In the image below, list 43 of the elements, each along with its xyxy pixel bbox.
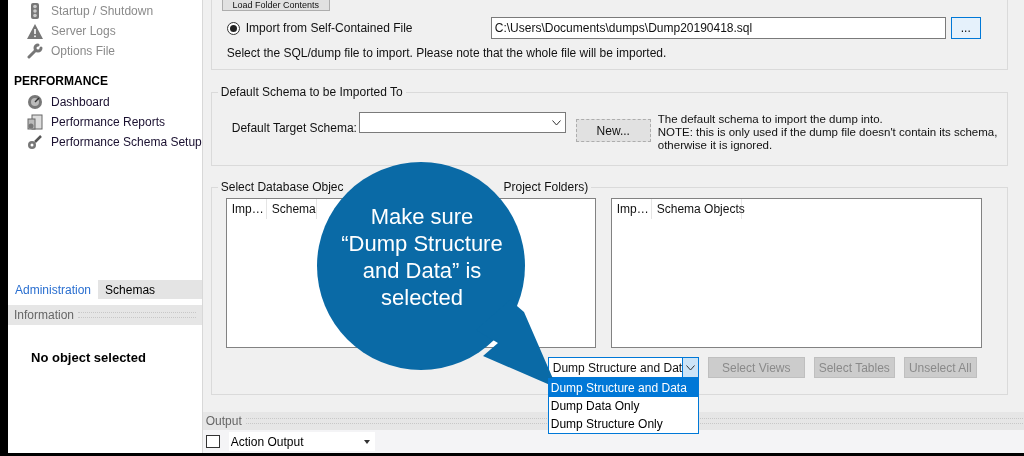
column-header[interactable]: Imp… [226,199,267,219]
info-message: No object selected [31,349,147,367]
section-heading: PERFORMANCE [13,73,109,90]
field-label: Default Target Schema: [231,120,358,137]
reports-icon [27,114,43,130]
select-value: Action Output [230,433,304,451]
load-button[interactable]: Load Folder Contents [221,0,330,11]
output-select[interactable]: Action Output [228,432,375,451]
panel-title: Output [205,413,242,430]
sidebar-item[interactable]: Dashboard [51,93,110,111]
dropdown-option[interactable]: Dump Structure Only [548,415,698,433]
dropdown-button[interactable] [682,358,698,377]
gauge-icon [27,94,43,110]
tab[interactable]: Schemas [98,280,202,299]
select-value: Dump Structure and Dat [551,359,683,377]
radio-button[interactable] [226,21,240,35]
sidebar-item[interactable]: Performance Reports [51,113,166,131]
column-header[interactable]: Imp… [611,199,652,219]
hint-text: Select the SQL/dump file to import. Please note that the whole file will be imported. [226,45,668,62]
new-button[interactable]: New... [575,119,651,142]
group-title: Project Folders) [503,179,589,196]
warning-icon [27,23,43,39]
chevron-down-icon [685,364,695,371]
chevron-down-icon [551,119,561,126]
browse-button[interactable]: ... [950,17,981,39]
group-title: Default Schema to be Imported To [219,84,404,101]
dropdown-arrow-icon [363,439,370,444]
note-text: The default schema to import the dump into. [657,113,884,126]
callout-text: Make sure “Dump Structure and Data” is selected [340,203,504,311]
group-title: Select Database Objec [220,179,344,196]
sidebar-item[interactable]: Performance Schema Setup [51,133,202,151]
dropdown-option[interactable]: Dump Data Only [548,397,698,415]
schema-select[interactable] [358,112,566,133]
wrench-icon [27,43,43,59]
copy-icon [205,435,220,448]
radio-label: Import from Self-Contained File [245,20,414,37]
file-path-field[interactable]: C:\Users\Documents\dumps\Dump20190418.sql [490,17,946,39]
dropdown-option[interactable]: Dump Structure and Data [548,379,698,397]
column-header[interactable]: Schema [266,199,317,219]
tools-icon [27,134,43,150]
panel-title: Information [14,307,75,324]
note-text: NOTE: this is only used if the dump file doesn't contain its schema, [657,126,998,139]
note-text: otherwise it is ignored. [657,139,774,152]
